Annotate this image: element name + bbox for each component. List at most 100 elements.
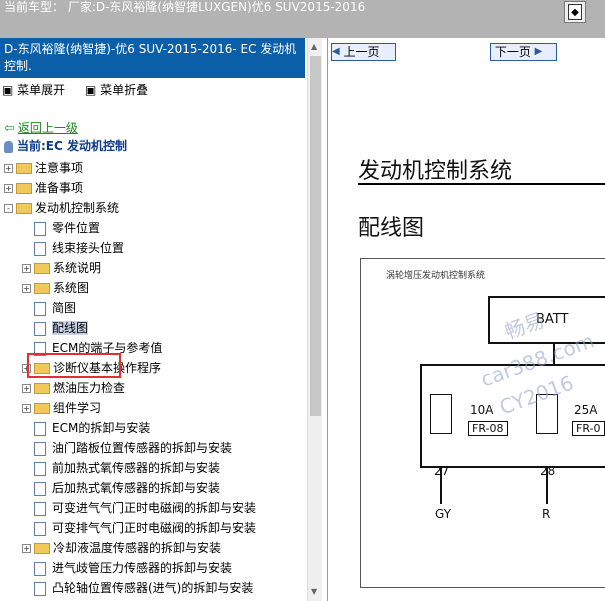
right-triangle-icon: ▶ — [534, 46, 543, 57]
tree-item-label: 可变排气气门正时电磁阀的拆卸与安装 — [52, 521, 257, 535]
back-arrow-icon: ⇦ — [4, 121, 15, 136]
folder-icon — [16, 203, 32, 214]
tree-item[interactable]: + 系统说明 — [22, 258, 101, 278]
menu-toggle-bar: ▣ 菜单展开 ▣ 菜单折叠 — [2, 81, 164, 98]
tree-item[interactable]: 油门踏板位置传感器的拆卸与安装 — [22, 438, 232, 458]
tree-item[interactable]: ECM的拆卸与安装 — [22, 418, 150, 438]
tree-item[interactable]: 前加热式氧传感器的拆卸与安装 — [22, 458, 220, 478]
tree-item-label: 前加热式氧传感器的拆卸与安装 — [52, 461, 221, 475]
tree-item[interactable]: 可变进气气门正时电磁阀的拆卸与安装 — [22, 498, 256, 518]
document-icon — [34, 321, 46, 336]
highlight-box — [27, 353, 121, 378]
tree-item[interactable]: + 燃油压力检查 — [22, 378, 125, 398]
tree-item-label: 准备事项 — [35, 181, 84, 195]
tree-item[interactable]: 简图 — [22, 298, 76, 318]
tree-item[interactable]: + 准备事项 — [4, 178, 83, 198]
document-icon — [34, 241, 46, 256]
expand-icon[interactable]: + — [4, 184, 13, 193]
title-rule — [358, 183, 605, 185]
wire-1-color: GY — [435, 507, 452, 521]
document-icon — [34, 221, 46, 236]
expand-icon[interactable]: + — [4, 164, 13, 173]
fuse-2-amp: 25A — [574, 403, 598, 417]
document-icon — [34, 301, 46, 316]
prev-page-button[interactable]: ◀ 上一页 — [331, 43, 396, 61]
folder-icon — [16, 163, 32, 174]
expand-icon[interactable]: + — [22, 284, 31, 293]
expand-all-link[interactable]: ▣ 菜单展开 — [2, 83, 73, 97]
pin-1: 27 — [434, 464, 450, 478]
wire-2-color: R — [542, 507, 551, 521]
next-page-button[interactable]: 下一页 ▶ — [490, 43, 557, 61]
tree-item[interactable]: 线束接头位置 — [22, 238, 124, 258]
tree-item-label: 冷却液温度传感器的拆卸与安装 — [53, 541, 222, 555]
tree-item[interactable]: + 组件学习 — [22, 398, 101, 418]
current-node: 当前:EC 发动机控制 — [4, 136, 127, 156]
document-icon — [34, 421, 46, 436]
scroll-down-icon[interactable]: ▼ — [311, 587, 317, 596]
tree-item[interactable]: + 注意事项 — [4, 158, 83, 178]
expand-icon[interactable]: + — [22, 264, 31, 273]
diagram-caption: 涡轮增压发动机控制系统 — [386, 271, 486, 281]
document-panel: ◀ 上一页 下一页 ▶ 发动机控制系统 配线图 涡轮增压发动机控制系统 BATT… — [327, 38, 605, 601]
folder-icon — [34, 403, 50, 414]
folder-icon — [34, 263, 50, 274]
scroll-thumb[interactable] — [310, 56, 321, 416]
folder-icon — [34, 283, 50, 294]
toc-panel: D-东风裕隆(纳智捷)-优6 SUV-2015-2016- EC 发动机控制. … — [0, 38, 322, 601]
document-icon — [34, 581, 46, 596]
section-title: 发动机控制系统 — [358, 159, 513, 184]
page-nav: ◀ 上一页 下一页 ▶ — [328, 38, 605, 66]
tree-item[interactable]: 进气歧管压力传感器的拆卸与安装 — [22, 558, 232, 578]
expand-icon[interactable]: + — [22, 404, 31, 413]
pin-2: 28 — [540, 464, 556, 478]
tree-item[interactable]: 配线图 — [22, 318, 89, 338]
tree-item-label: 发动机控制系统 — [35, 201, 120, 215]
document-icon — [34, 521, 46, 536]
toc-scrollbar[interactable]: ▲ ▼ — [307, 38, 322, 601]
tree-item[interactable]: 零件位置 — [22, 218, 100, 238]
collapse-all-link[interactable]: ▣ 菜单折叠 — [85, 83, 156, 97]
page-title: 配线图 — [358, 216, 425, 241]
tree-item[interactable]: 后加热式氧传感器的拆卸与安装 — [22, 478, 220, 498]
title-bar: 当前车型： 厂家:D-东风裕隆(纳智捷LUXGEN)优6 SUV2015-201… — [0, 0, 605, 38]
left-triangle-icon: ◀ — [332, 46, 340, 57]
document-icon — [34, 441, 46, 456]
tree-item-label: 系统说明 — [53, 261, 102, 275]
document-icon — [34, 481, 46, 496]
current-location-icon — [4, 140, 13, 153]
tree-item-label: 配线图 — [52, 321, 89, 335]
tree-item-label: 系统图 — [53, 281, 90, 295]
document-icon — [34, 461, 46, 476]
tree-item-label: 进气歧管压力传感器的拆卸与安装 — [52, 561, 233, 575]
folder-icon — [34, 383, 50, 394]
tree-item[interactable]: - 发动机控制系统 — [4, 198, 119, 218]
fuse-1-amp: 10A — [470, 403, 494, 417]
tree-item-label: 后加热式氧传感器的拆卸与安装 — [52, 481, 221, 495]
tree-item-label: 燃油压力检查 — [53, 381, 126, 395]
sync-toc-button[interactable]: ◆ — [564, 1, 586, 23]
tree-item-label: 油门踏板位置传感器的拆卸与安装 — [52, 441, 233, 455]
tree-item-label: 组件学习 — [53, 401, 102, 415]
tree-item-label: 简图 — [52, 301, 77, 315]
document-icon — [34, 501, 46, 516]
scroll-up-icon[interactable]: ▲ — [311, 42, 317, 51]
tree-item-label: ECM的拆卸与安装 — [52, 421, 151, 435]
toc-header: D-东风裕隆(纳智捷)-优6 SUV-2015-2016- EC 发动机控制. — [0, 38, 305, 78]
vehicle-title: 当前车型： 厂家:D-东风裕隆(纳智捷LUXGEN)优6 SUV2015-201… — [4, 0, 366, 14]
tree-item[interactable]: + 系统图 — [22, 278, 89, 298]
expand-icon[interactable]: + — [22, 544, 31, 553]
collapse-icon[interactable]: - — [4, 204, 13, 213]
tree-item-label: 可变进气气门正时电磁阀的拆卸与安装 — [52, 501, 257, 515]
folder-icon — [34, 543, 50, 554]
back-link[interactable]: ⇦ 返回上一级 — [4, 118, 78, 138]
tree-item-label: 零件位置 — [52, 221, 101, 235]
tree-item-label: 注意事项 — [35, 161, 84, 175]
expand-icon[interactable]: + — [22, 384, 31, 393]
fuse-1-icon — [430, 394, 452, 434]
tree-item[interactable]: 可变排气气门正时电磁阀的拆卸与安装 — [22, 518, 256, 538]
tree-item-label: 线束接头位置 — [52, 241, 125, 255]
fuse-1-code: FR-08 — [468, 421, 508, 436]
tree-item[interactable]: + 冷却液温度传感器的拆卸与安装 — [22, 538, 221, 558]
tree-item[interactable]: 凸轮轴位置传感器(进气)的拆卸与安装 — [22, 578, 253, 598]
